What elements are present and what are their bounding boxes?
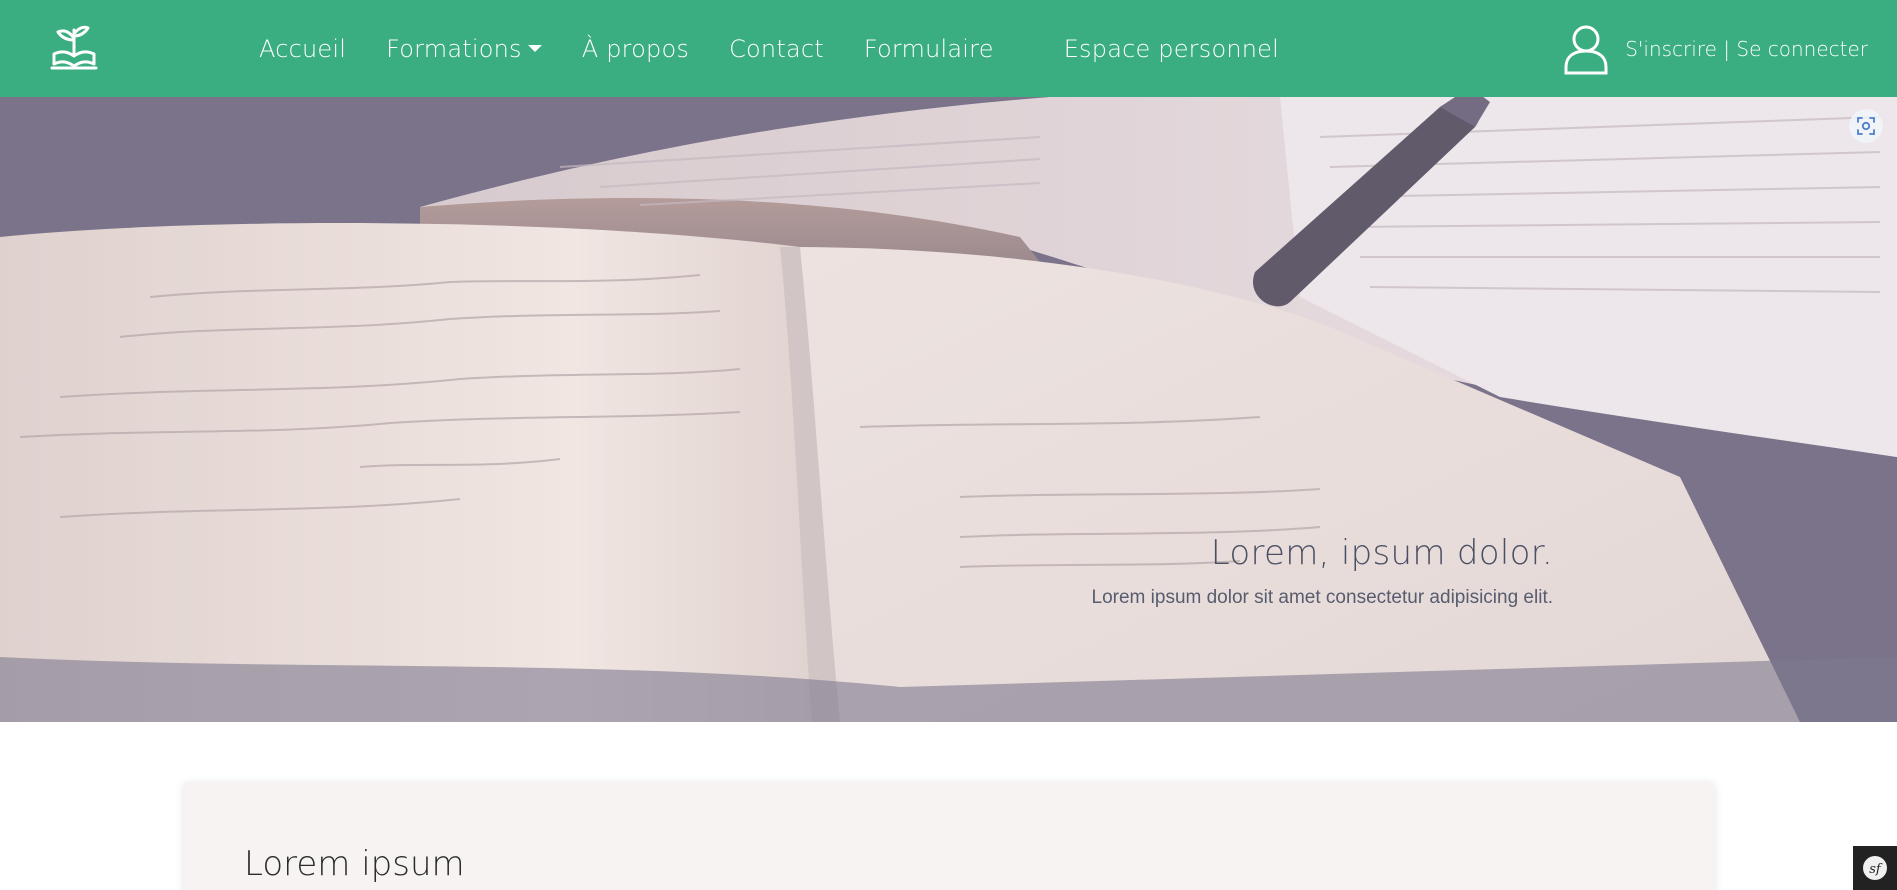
- hero-overlay: [0, 97, 1897, 722]
- auth-separator: |: [1716, 36, 1737, 61]
- user-icon[interactable]: [1563, 23, 1609, 75]
- symfony-toolbar-icon: sf: [1863, 856, 1887, 880]
- symfony-toolbar-button[interactable]: sf: [1853, 846, 1897, 890]
- caret-down-icon: [527, 45, 542, 52]
- login-link[interactable]: Se connecter: [1736, 37, 1868, 61]
- hero-title: Lorem, ipsum dolor.: [1210, 533, 1553, 573]
- hero-subtitle: Lorem ipsum dolor sit amet consectetur a…: [1091, 587, 1553, 608]
- content-card: Lorem ipsum: [184, 782, 1714, 890]
- nav-formulaire[interactable]: Formulaire: [864, 35, 994, 63]
- plant-book-logo-icon[interactable]: [46, 20, 102, 76]
- nav-espace-personnel[interactable]: Espace personnel: [1064, 35, 1279, 63]
- hero-banner: Lorem, ipsum dolor. Lorem ipsum dolor si…: [0, 97, 1897, 722]
- auth-links: S'inscrire | Se connecter: [1625, 37, 1868, 61]
- nav-a-propos[interactable]: À propos: [582, 35, 689, 63]
- hero-caption: Lorem, ipsum dolor. Lorem ipsum dolor si…: [1092, 533, 1553, 609]
- screen-capture-icon: [1857, 117, 1875, 135]
- navbar: Accueil Formations À propos Contact Form…: [0, 0, 1897, 97]
- nav-contact[interactable]: Contact: [729, 35, 824, 63]
- main-nav: Accueil Formations À propos Contact Form…: [259, 0, 1319, 97]
- nav-formations-dropdown[interactable]: Formations: [386, 35, 542, 63]
- signup-link[interactable]: S'inscrire: [1625, 37, 1717, 61]
- card-title: Lorem ipsum: [244, 844, 465, 884]
- screen-capture-button[interactable]: [1849, 109, 1883, 143]
- nav-accueil[interactable]: Accueil: [259, 35, 346, 63]
- account-area: S'inscrire | Se connecter: [1563, 0, 1868, 97]
